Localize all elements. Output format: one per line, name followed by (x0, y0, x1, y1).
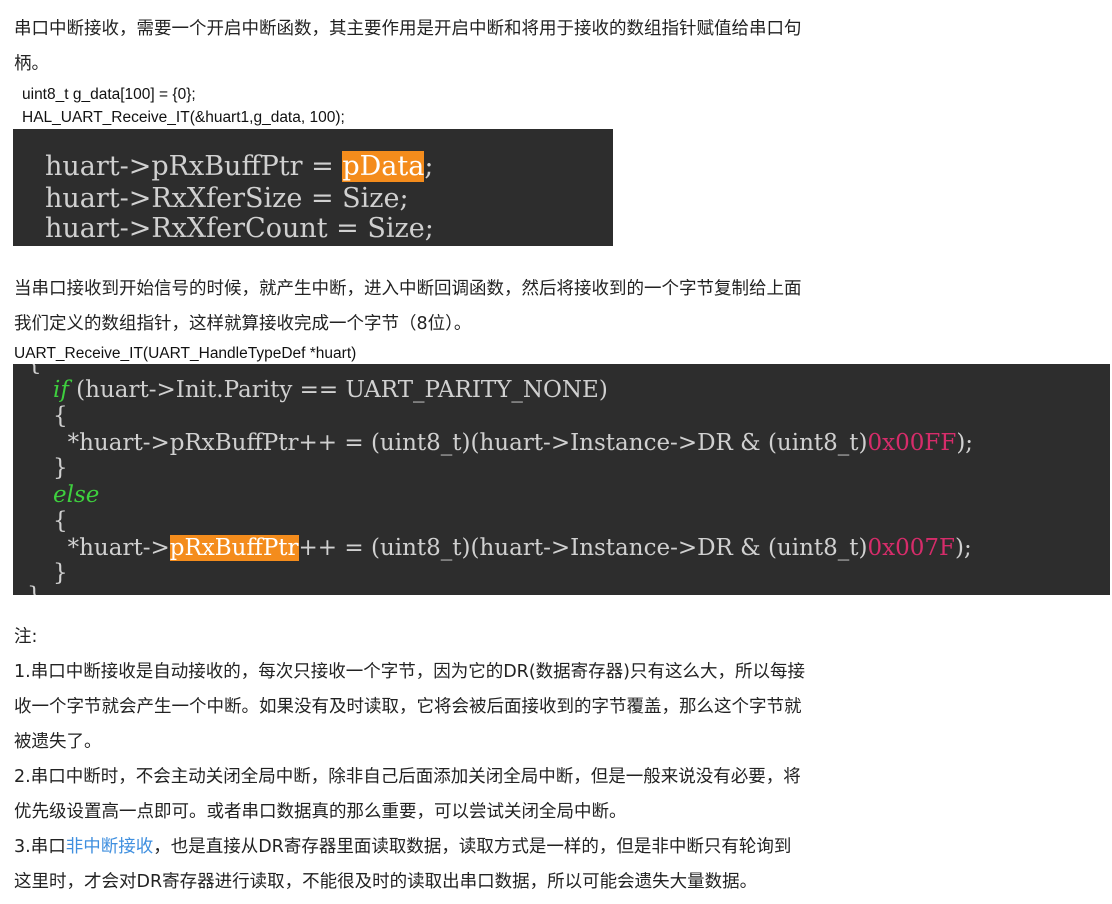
paragraph-2-line-2: 我们定义的数组指针，这样就算接收完成一个字节（8位）。 (14, 314, 472, 334)
note-2-line-1: 2.串口中断时，不会主动关闭全局中断，除非自己后面添加关闭全局中断，但是一般来说… (14, 767, 801, 787)
code-block-1: huart->pRxBuffPtr = pData; huart->RxXfer… (13, 129, 613, 246)
code2-open-brace-2: { (53, 508, 68, 534)
code2-stmt2-mask: 0x007F (867, 535, 955, 561)
notes-section: 注: 1.串口中断接收是自动接收的，每次只接收一个字节，因为它的DR(数据寄存器… (14, 620, 934, 900)
snippet-declaration: uint8_t g_data[100] = {0}; (22, 86, 196, 103)
intro-line-1: 串口中断接收，需要一个开启中断函数，其主要作用是开启中断和将用于接收的数组指针赋… (14, 19, 802, 39)
code2-statement-2: *huart->pRxBuffPtr++ = (uint8_t)(huart->… (53, 535, 972, 561)
code1-line-3: huart->RxXferCount = Size; (45, 213, 434, 244)
note-1-line-1: 1.串口中断接收是自动接收的，每次只接收一个字节，因为它的DR(数据寄存器)只有… (14, 662, 805, 682)
code2-stmt2-text: ++ = (uint8_t)(huart->Instance->DR & (ui… (298, 535, 868, 561)
note-3-line-2: 这里时，才会对DR寄存器进行读取，不能很及时的读取出串口数据，所以可能会遗失大量… (14, 872, 758, 892)
code2-bottom-brace: } (27, 583, 42, 595)
paragraph-2: 当串口接收到开始信号的时候，就产生中断，进入中断回调函数，然后将接收到的一个字节… (14, 272, 934, 342)
code2-top-brace: { (27, 364, 42, 376)
code2-stmt2-end: ); (954, 535, 972, 561)
note-2-line-2: 优先级设置高一点即可。或者串口数据真的那么重要，可以尝试关闭全局中断。 (14, 802, 627, 822)
code2-if-line: if (huart->Init.Parity == UART_PARITY_NO… (53, 377, 608, 403)
intro-paragraph: 串口中断接收，需要一个开启中断函数，其主要作用是开启中断和将用于接收的数组指针赋… (14, 12, 934, 82)
code-block-2: { if (huart->Init.Parity == UART_PARITY_… (13, 364, 1110, 595)
code2-close-brace-2: } (53, 560, 68, 586)
code2-stmt1-text: *huart->pRxBuffPtr++ = (uint8_t)(huart->… (53, 430, 868, 456)
code1-line1-semicolon: ; (424, 151, 434, 182)
code2-stmt2-start: *huart-> (53, 535, 170, 561)
code2-open-brace-1: { (53, 403, 68, 429)
code1-line-2: huart->RxXferSize = Size; (45, 183, 409, 214)
code2-stmt1-mask: 0x00FF (867, 430, 957, 456)
code2-if-condition: (huart->Init.Parity == UART_PARITY_NONE) (68, 377, 608, 403)
note-1-line-2: 收一个字节就会产生一个中断。如果没有及时读取，它将会被后面接收到的字节覆盖，那么… (14, 697, 802, 717)
non-interrupt-receive-link[interactable]: 非中断接收 (66, 837, 154, 857)
notes-title: 注: (14, 627, 38, 647)
code2-statement-1: *huart->pRxBuffPtr++ = (uint8_t)(huart->… (53, 430, 973, 456)
code1-line1-text: huart->pRxBuffPtr = (45, 151, 343, 182)
code2-stmt1-end: ); (956, 430, 974, 456)
note-1-line-3: 被遗失了。 (14, 732, 102, 752)
code1-highlight-pdata: pData (342, 151, 425, 182)
snippet-receive-call: HAL_UART_Receive_IT(&huart1,g_data, 100)… (22, 109, 345, 126)
note-3-line-1: 3.串口非中断接收，也是直接从DR寄存器里面读取数据，读取方式是一样的，但是非中… (14, 830, 934, 865)
code2-close-brace-1: } (53, 455, 68, 481)
note-3-suffix: ，也是直接从DR寄存器里面读取数据，读取方式是一样的，但是非中断只有轮询到 (153, 837, 792, 857)
code1-line-1: huart->pRxBuffPtr = pData; (45, 151, 433, 183)
code2-else-keyword: else (53, 482, 100, 508)
note-3-prefix: 3.串口 (14, 837, 66, 857)
function-signature: UART_Receive_IT(UART_HandleTypeDef *huar… (14, 345, 357, 362)
code2-if-keyword: if (53, 377, 69, 403)
code2-else-line: else (53, 482, 99, 508)
code2-highlight-prxbuffptr: pRxBuffPtr (169, 535, 299, 561)
paragraph-2-line-1: 当串口接收到开始信号的时候，就产生中断，进入中断回调函数，然后将接收到的一个字节… (14, 279, 802, 299)
intro-line-2: 柄。 (14, 54, 49, 74)
